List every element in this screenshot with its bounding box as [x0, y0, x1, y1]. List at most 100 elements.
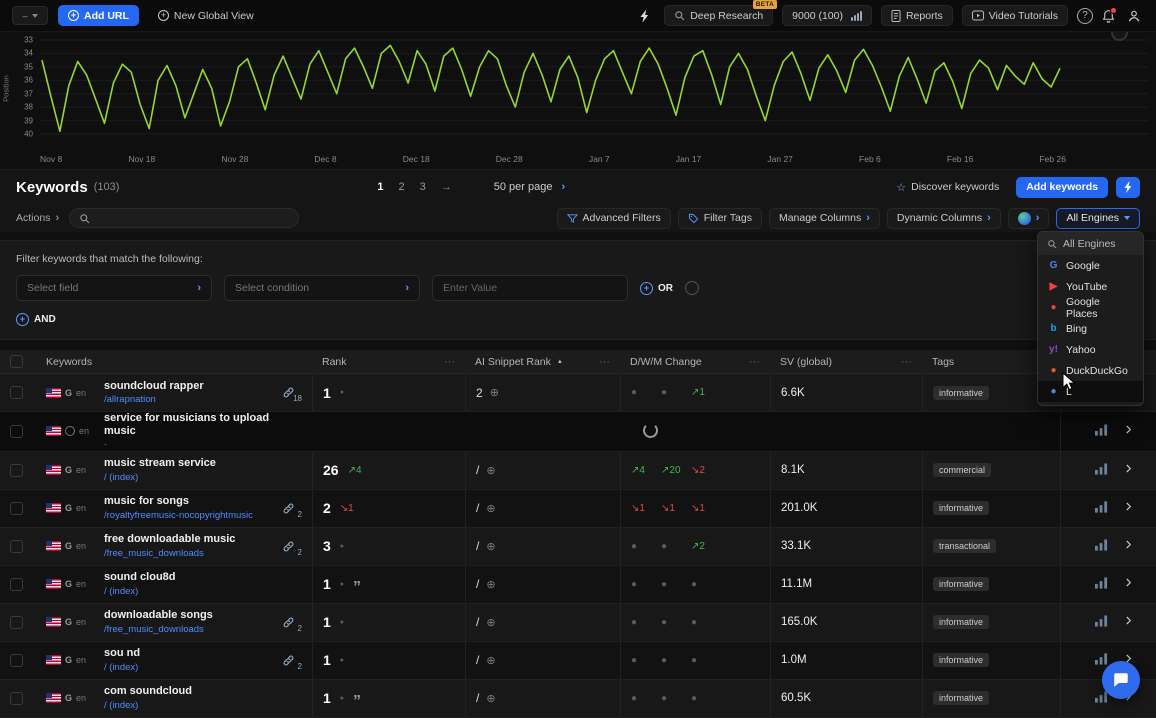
serp-history-icon[interactable]: [1095, 424, 1108, 439]
keyword-url-link[interactable]: / (index): [104, 472, 216, 483]
bolt-icon[interactable]: [635, 6, 655, 26]
page-button-1[interactable]: 1: [377, 181, 383, 193]
linked-keywords-icon[interactable]: 2: [282, 616, 302, 633]
expand-row-chevron[interactable]: [1123, 539, 1134, 553]
expand-row-chevron[interactable]: [1123, 424, 1134, 438]
table-row[interactable]: Gen sou nd / (index) 2 1 ● / ⊕ ● ● ● 1.0M informativ…: [0, 641, 1156, 680]
reports-button[interactable]: Reports: [880, 5, 953, 26]
linked-keywords-icon[interactable]: 18: [282, 386, 302, 403]
page-button-3[interactable]: 3: [420, 181, 426, 193]
url-selector-dropdown[interactable]: –: [12, 6, 48, 25]
credits-indicator[interactable]: 9000 (100): [782, 5, 872, 26]
add-and-condition-button[interactable]: + AND: [16, 313, 56, 326]
add-url-button[interactable]: + Add URL: [58, 5, 139, 26]
actions-dropdown[interactable]: Actions ›: [16, 212, 59, 224]
engine-option-yahoo[interactable]: y! Yahoo: [1038, 339, 1143, 360]
column-menu-icon[interactable]: ⋯: [599, 355, 610, 368]
column-header-sv-global[interactable]: SV (global) ⋯: [770, 350, 922, 373]
add-keywords-button[interactable]: Add keywords: [1016, 176, 1108, 198]
row-checkbox[interactable]: [10, 386, 23, 399]
column-header-keywords[interactable]: Keywords: [36, 350, 312, 373]
table-row[interactable]: Gen com soundcloud / (index) 1 ● ” / ⊕ ● ● ● 60.5K i…: [0, 679, 1156, 718]
notifications-button[interactable]: [1102, 6, 1117, 23]
discover-keywords-button[interactable]: ☆ Discover keywords: [887, 177, 1008, 198]
serp-history-icon[interactable]: [1095, 539, 1108, 554]
select-condition-dropdown[interactable]: Select condition ›: [224, 275, 420, 301]
linked-keywords-icon[interactable]: 2: [282, 540, 302, 557]
serp-history-icon[interactable]: [1095, 577, 1108, 592]
keyword-url-link[interactable]: /royaltyfreemusic-nocopyrightmusic: [104, 510, 253, 521]
column-header-dwm-change[interactable]: D/W/M Change ⋯: [620, 350, 770, 373]
serp-history-icon[interactable]: [1095, 463, 1108, 478]
deep-research-button[interactable]: Deep Research BETA: [664, 0, 778, 26]
engine-option-l[interactable]: ● L: [1038, 381, 1143, 402]
advanced-filters-button[interactable]: Advanced Filters: [556, 207, 671, 229]
next-page-button[interactable]: →: [441, 181, 452, 193]
new-global-view-button[interactable]: + New Global View: [149, 5, 263, 26]
engine-option-bing[interactable]: b Bing: [1038, 318, 1143, 339]
keyword-url-link[interactable]: /free_music_downloads: [104, 624, 213, 635]
expand-row-chevron[interactable]: [1123, 463, 1134, 477]
video-tutorials-button[interactable]: Video Tutorials: [961, 5, 1068, 26]
column-header-rank[interactable]: Rank ⋯: [312, 350, 465, 373]
filter-value-input[interactable]: Enter Value: [432, 275, 628, 301]
linked-keywords-icon[interactable]: 2: [282, 502, 302, 519]
row-checkbox[interactable]: [10, 691, 23, 705]
table-row[interactable]: Gen music stream service / (index) 26 ↗4 / ⊕ ↗4…: [0, 451, 1156, 490]
remove-condition-button[interactable]: [685, 281, 699, 295]
page-button-2[interactable]: 2: [399, 181, 405, 193]
row-checkbox[interactable]: [10, 653, 23, 667]
help-icon[interactable]: ?: [1077, 7, 1093, 24]
column-header-ai-snippet-rank[interactable]: AI Snippet Rank ▲ ⋯: [465, 350, 620, 373]
linked-keywords-icon[interactable]: 2: [282, 654, 302, 671]
column-menu-icon[interactable]: ⋯: [901, 355, 912, 368]
column-menu-icon[interactable]: ⋯: [749, 355, 760, 368]
row-checkbox[interactable]: [10, 501, 23, 515]
ai-snippet-rank-value: 2: [476, 385, 483, 400]
column-menu-icon[interactable]: ⋯: [444, 355, 455, 368]
keyword-url-link[interactable]: / (index): [104, 700, 192, 711]
serp-history-icon[interactable]: [1095, 615, 1108, 630]
per-page-selector[interactable]: 50 per page ›: [494, 181, 565, 193]
row-checkbox[interactable]: [10, 615, 23, 629]
table-row[interactable]: Gen music for songs/royaltyfreemusic-noco…: [0, 489, 1156, 528]
select-field-dropdown[interactable]: Select field ›: [16, 275, 212, 301]
serp-history-icon[interactable]: [1095, 691, 1108, 706]
add-or-condition-button[interactable]: + OR: [640, 281, 673, 295]
engine-option-google[interactable]: G Google: [1038, 255, 1143, 276]
engine-option-duckduckgo[interactable]: ● DuckDuckGo: [1038, 360, 1143, 381]
keyword-url-link[interactable]: / (index): [104, 586, 176, 597]
filter-tags-button[interactable]: Filter Tags: [677, 207, 762, 229]
serp-history-icon[interactable]: [1095, 653, 1108, 668]
keyword-url-link[interactable]: / (index): [104, 662, 140, 673]
all-engines-dropdown-button[interactable]: All Engines: [1056, 207, 1140, 229]
keyword-url-link[interactable]: /allrapnation: [104, 394, 204, 405]
expand-row-chevron[interactable]: [1123, 577, 1134, 591]
manage-columns-button[interactable]: Manage Columns ›: [768, 207, 880, 229]
table-row[interactable]: Gen free downloadable music/free_music_do…: [0, 527, 1156, 566]
row-checkbox[interactable]: [10, 424, 23, 438]
chat-widget-button[interactable]: [1102, 661, 1140, 699]
select-all-checkbox[interactable]: [10, 355, 23, 368]
engine-option-youtube[interactable]: ▶ YouTube: [1038, 276, 1143, 297]
keyword-search-input[interactable]: [69, 208, 300, 228]
table-row[interactable]: Gen sound clou8d / (index) 1 ● ” / ⊕ ● ● ● 11.1M inf…: [0, 565, 1156, 604]
expand-row-chevron[interactable]: [1123, 501, 1134, 515]
profile-button[interactable]: [1124, 6, 1144, 26]
locale-button[interactable]: ›: [1007, 207, 1050, 229]
ai-boost-button[interactable]: [1116, 176, 1140, 198]
engines-search-input[interactable]: All Engines: [1038, 232, 1143, 255]
dynamic-columns-button[interactable]: Dynamic Columns ›: [886, 207, 1001, 229]
serp-history-icon[interactable]: [1095, 501, 1108, 516]
expand-row-chevron[interactable]: [1123, 615, 1134, 629]
keyword-text: music stream service: [104, 457, 216, 470]
table-row[interactable]: Gen soundcloud rapper/allrapnation 18 1 ● 2 ⊕ ●…: [0, 374, 1156, 412]
keyword-url-link[interactable]: -: [104, 439, 289, 450]
engine-option-google-places[interactable]: ● Google Places: [1038, 296, 1143, 320]
table-row[interactable]: en service for musicians to upload music -: [0, 412, 1156, 452]
row-checkbox[interactable]: [10, 463, 23, 477]
row-checkbox[interactable]: [10, 577, 23, 591]
table-row[interactable]: Gen downloadable songs/free_music_downloa…: [0, 603, 1156, 642]
row-checkbox[interactable]: [10, 539, 23, 553]
keyword-url-link[interactable]: /free_music_downloads: [104, 548, 235, 559]
